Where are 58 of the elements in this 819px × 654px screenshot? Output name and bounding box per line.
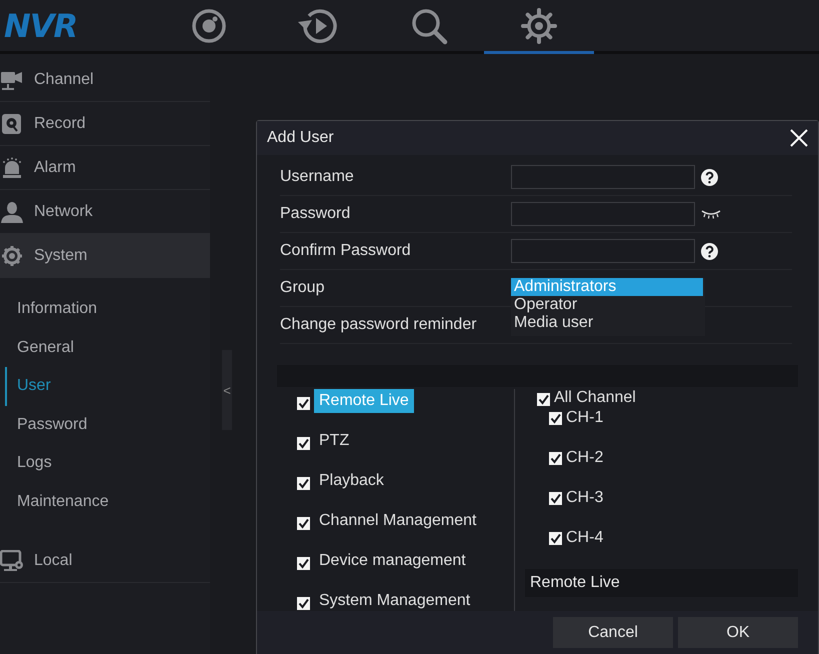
checkbox[interactable] <box>297 557 310 570</box>
list-option[interactable]: Operator <box>511 296 705 314</box>
checkbox[interactable] <box>549 412 562 425</box>
help-icon[interactable] <box>701 168 718 186</box>
field-label: Password <box>280 205 352 223</box>
sidebar-item[interactable]: Record <box>0 102 210 146</box>
submenu-item[interactable]: Password <box>5 406 210 444</box>
field-label: Change password reminder <box>280 316 478 334</box>
sidebar-item[interactable]: Channel <box>0 58 210 102</box>
sidebar-item[interactable]: System <box>0 234 210 278</box>
collapse-handle[interactable]: < <box>222 350 232 430</box>
field-label: Group <box>280 279 326 297</box>
logo: NVR <box>3 6 78 46</box>
settings-icon <box>520 6 558 44</box>
checkbox[interactable] <box>297 597 310 610</box>
checkbox-label: CH-1 <box>566 409 604 428</box>
list-option[interactable]: Media user <box>511 314 705 332</box>
input-field[interactable] <box>511 239 695 263</box>
checkbox[interactable] <box>297 477 310 490</box>
permission-item[interactable]: Playback <box>314 469 389 493</box>
input-field[interactable] <box>511 202 695 226</box>
checkbox-label: CH-4 <box>566 529 604 548</box>
sidebar-item[interactable]: Local <box>0 539 210 583</box>
submenu-item[interactable]: Logs <box>5 444 210 482</box>
closed-eye-icon[interactable] <box>701 209 721 219</box>
permission-item[interactable]: Channel Management <box>314 509 482 533</box>
help-icon[interactable] <box>701 242 718 260</box>
checkbox[interactable] <box>549 532 562 545</box>
checkbox[interactable] <box>549 492 562 505</box>
checkbox[interactable] <box>297 517 310 530</box>
person-icon <box>0 200 24 222</box>
checkbox-label: CH-2 <box>566 449 604 468</box>
checkbox[interactable] <box>297 397 310 410</box>
field-label: Confirm Password <box>280 242 412 260</box>
checkbox[interactable] <box>537 393 550 406</box>
cancel-button[interactable]: Cancel <box>553 617 673 648</box>
dialog-title: Add User <box>267 129 334 147</box>
search-icon <box>410 6 448 44</box>
ok-button[interactable]: OK <box>678 617 798 648</box>
settings-icon <box>0 244 24 266</box>
checkbox-label: All Channel <box>554 389 636 408</box>
permission-item[interactable]: PTZ <box>314 429 354 453</box>
submenu-item[interactable]: Maintenance <box>5 482 210 521</box>
permission-item[interactable]: Device management <box>314 549 471 573</box>
checkbox[interactable] <box>297 437 310 450</box>
close-icon[interactable] <box>790 129 808 147</box>
target-icon <box>191 8 227 44</box>
field-label: Username <box>280 168 355 186</box>
checkbox-label: CH-3 <box>566 489 604 508</box>
submenu-item[interactable]: User <box>5 367 210 406</box>
checkbox[interactable] <box>549 452 562 465</box>
alarm-light-icon <box>0 156 24 178</box>
permission-item[interactable]: System Management <box>314 589 476 613</box>
selected-permission-bar: Remote Live <box>525 569 798 597</box>
input-field[interactable] <box>511 165 695 189</box>
submenu-item[interactable]: Information <box>5 290 210 328</box>
submenu-item[interactable]: General <box>5 328 210 367</box>
sidebar-item[interactable]: Alarm <box>0 146 210 190</box>
